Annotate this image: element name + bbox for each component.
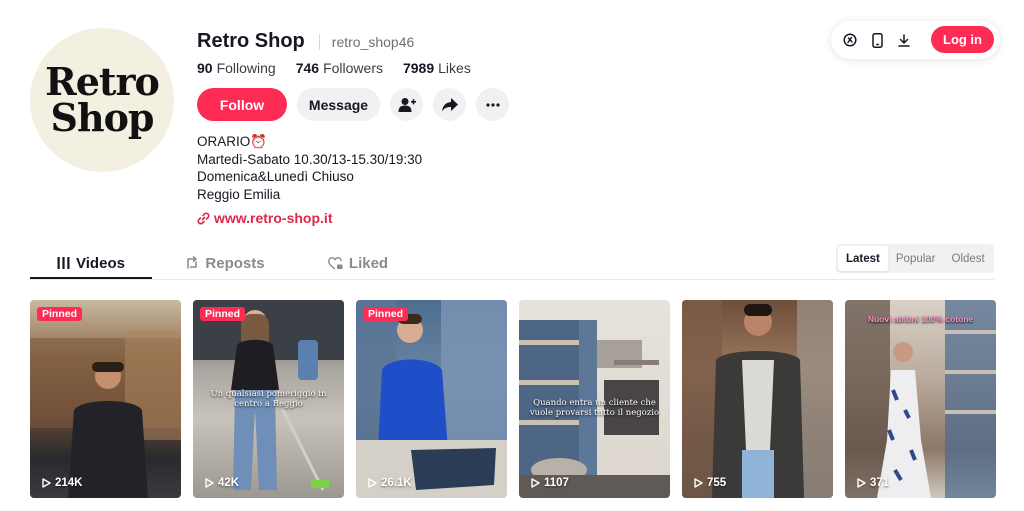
add-user-icon — [398, 97, 416, 112]
sort-popular[interactable]: Popular — [888, 246, 944, 271]
profile-bio: ORARIO⏰ Martedì-Sabato 10.30/13-15.30/19… — [197, 133, 422, 203]
username: retro_shop46 — [331, 33, 415, 50]
coin-icon — [843, 33, 857, 47]
video-caption: Quando entra un cliente che vuole provar… — [529, 398, 660, 418]
link-icon — [197, 211, 210, 225]
view-count: 1107 — [531, 477, 569, 489]
play-icon — [531, 478, 540, 488]
message-button[interactable]: Message — [297, 88, 380, 121]
profile-name-row: Retro Shop retro_shop46 — [197, 30, 414, 53]
view-count: 26.1K — [368, 477, 412, 489]
name-divider — [318, 33, 320, 50]
share-button[interactable] — [433, 88, 466, 121]
follow-button[interactable]: Follow — [197, 88, 287, 121]
video-card[interactable]: Pinned 214K — [30, 300, 181, 498]
get-app-button[interactable] — [870, 32, 884, 48]
video-card[interactable]: Pinned 26.1K — [356, 300, 507, 498]
liked-lock-icon — [328, 256, 343, 270]
add-friend-button[interactable] — [390, 88, 423, 121]
bio-line: ORARIO⏰ — [197, 134, 268, 149]
coin-button[interactable] — [843, 33, 857, 47]
tab-videos[interactable]: Videos — [30, 246, 152, 280]
pinned-badge: Pinned — [200, 307, 246, 321]
video-grid: Pinned 214K Pinned Un qualsiasi pomerigg… — [30, 300, 996, 498]
more-icon — [485, 102, 500, 107]
view-count: 755 — [694, 477, 726, 489]
profile-actions: Follow Message — [197, 88, 509, 121]
more-options-button[interactable] — [476, 88, 509, 121]
view-count: 214K — [42, 477, 83, 489]
sort-oldest[interactable]: Oldest — [944, 246, 993, 271]
following-label: Following — [216, 60, 276, 76]
profile-link-text: www.retro-shop.it — [214, 210, 333, 226]
tabs-divider — [30, 279, 994, 280]
video-thumbnail — [30, 330, 181, 498]
video-caption: Nuovi abitini 100% cotone — [867, 314, 974, 324]
video-caption: Un qualsiasi pomeriggio in centro a Regg… — [210, 389, 327, 409]
share-icon — [441, 97, 458, 111]
profile-stats: 90 Following 746 Followers 7989 Likes — [197, 60, 491, 76]
grid-icon — [57, 257, 70, 269]
tab-liked-label: Liked — [348, 254, 389, 272]
likes-count: 7989 — [402, 60, 435, 76]
video-thumbnail — [356, 300, 507, 498]
tab-videos-label: Videos — [76, 254, 125, 272]
profile-tabs: Videos Reposts Liked — [30, 246, 418, 280]
view-count-value: 755 — [707, 477, 727, 489]
tab-reposts[interactable]: Reposts — [160, 246, 290, 280]
bio-line: Domenica&Lunedì Chiuso — [197, 169, 354, 184]
followers-stat[interactable]: 746 Followers — [296, 60, 383, 76]
view-count: 371 — [857, 477, 889, 489]
avatar-logo-line-2: Shop — [50, 95, 155, 140]
view-count-value: 1107 — [544, 477, 569, 489]
play-icon — [694, 478, 703, 488]
video-card[interactable]: Nuovi abitini 100% cotone 371 — [845, 300, 996, 498]
video-thumbnail — [845, 300, 996, 498]
sort-selector: Latest Popular Oldest — [836, 244, 994, 273]
phone-icon — [871, 32, 883, 48]
top-action-bar: Log in — [831, 21, 1000, 59]
view-count-value: 42K — [218, 477, 240, 489]
video-card[interactable]: Pinned Un qualsiasi pomeriggio in centro… — [193, 300, 344, 498]
download-button[interactable] — [897, 33, 911, 47]
video-card[interactable]: Quando entra un cliente che vuole provar… — [519, 300, 670, 498]
profile-link[interactable]: www.retro-shop.it — [197, 210, 332, 226]
likes-label: Likes — [438, 60, 471, 76]
following-count: 90 — [197, 60, 213, 76]
tab-reposts-label: Reposts — [205, 254, 265, 272]
video-thumbnail — [682, 300, 833, 498]
bio-line: Reggio Emilia — [197, 186, 281, 202]
bio-line: Martedì-Sabato 10.30/13-15.30/19:30 — [197, 151, 423, 167]
likes-stat: 7989 Likes — [403, 60, 471, 76]
play-icon — [368, 478, 377, 488]
profile-avatar: Retro Shop — [30, 28, 174, 172]
download-icon — [898, 33, 910, 47]
repost-icon — [187, 256, 198, 269]
followers-label: Followers — [323, 60, 383, 76]
pinned-badge: Pinned — [363, 307, 409, 321]
play-icon — [42, 478, 51, 488]
following-stat[interactable]: 90 Following — [197, 60, 276, 76]
display-name: Retro Shop — [197, 30, 305, 52]
view-count-value: 214K — [55, 477, 83, 489]
play-icon — [205, 478, 214, 488]
play-icon — [857, 478, 866, 488]
sort-latest[interactable]: Latest — [838, 246, 888, 271]
view-count: 42K — [205, 477, 239, 489]
pinned-badge: Pinned — [37, 307, 83, 321]
view-count-value: 371 — [870, 477, 890, 489]
video-card[interactable]: 755 — [682, 300, 833, 498]
view-count-value: 26.1K — [381, 477, 412, 489]
followers-count: 746 — [295, 60, 320, 76]
tab-liked[interactable]: Liked — [298, 246, 418, 280]
login-button[interactable]: Log in — [931, 26, 994, 53]
